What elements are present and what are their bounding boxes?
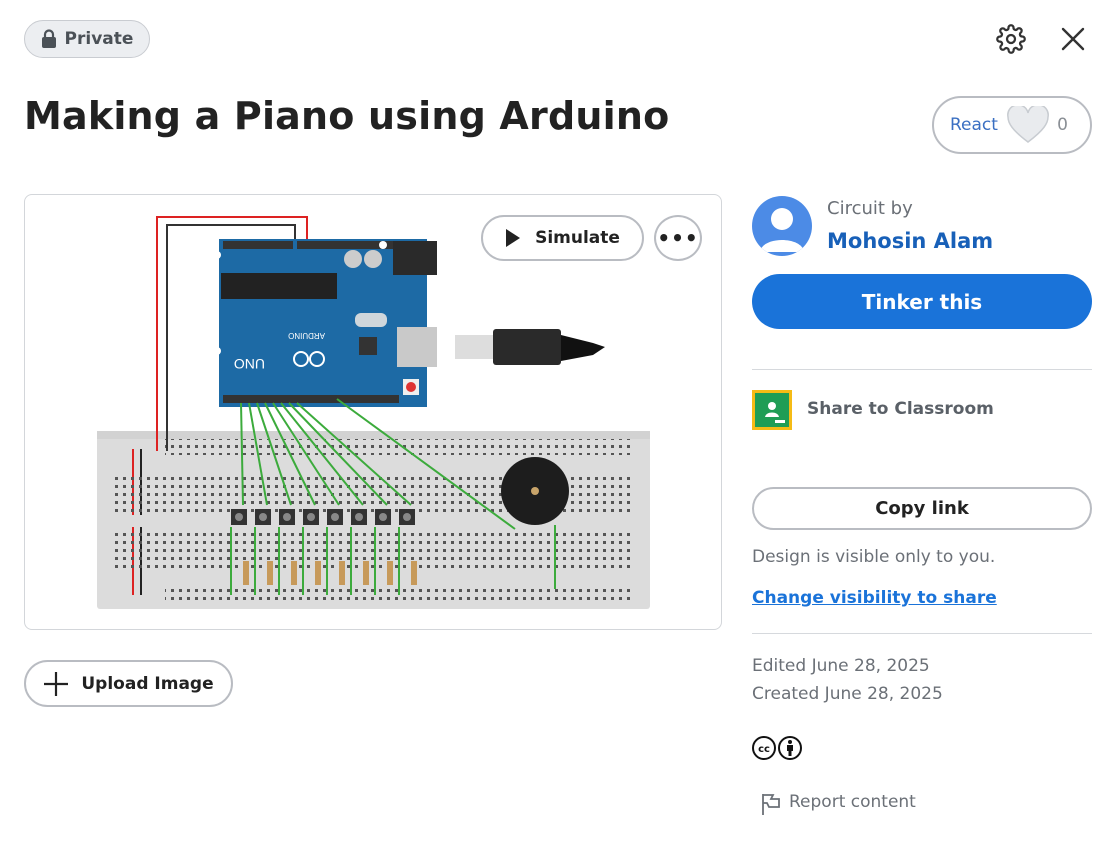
more-options-button[interactable]: ••• (654, 215, 702, 261)
divider (752, 633, 1092, 634)
simulate-label: Simulate (535, 228, 620, 248)
copy-link-button[interactable]: Copy link (752, 487, 1092, 530)
privacy-badge[interactable]: Private (24, 20, 150, 58)
change-visibility-link[interactable]: Change visibility to share (752, 588, 997, 608)
author-name-link[interactable]: Mohosin Alam (827, 229, 993, 253)
avatar[interactable] (752, 196, 812, 256)
visibility-note: Design is visible only to you. (752, 547, 996, 567)
svg-text:cc: cc (758, 744, 770, 755)
share-to-classroom-link[interactable]: Share to Classroom (807, 399, 994, 419)
heart-icon (1006, 106, 1049, 143)
arduino-board: ARDUINO UNO (213, 239, 437, 407)
tinker-this-button[interactable]: Tinker this (752, 274, 1092, 329)
simulate-button[interactable]: Simulate (481, 215, 644, 261)
author-prefix: Circuit by (827, 198, 913, 219)
flag-icon[interactable] (760, 792, 782, 816)
react-button[interactable]: React 0 (932, 96, 1092, 154)
board-model-text: UNO (234, 356, 265, 372)
gear-icon[interactable] (996, 24, 1026, 54)
react-label: React (950, 115, 998, 135)
google-classroom-icon[interactable] (752, 390, 792, 430)
upload-image-button[interactable]: Upload Image (24, 660, 233, 707)
creative-commons-by-icon[interactable]: cc (752, 735, 804, 761)
page-title: Making a Piano using Arduino (24, 94, 670, 138)
lock-icon (41, 29, 56, 48)
board-brand-text: ARDUINO (288, 331, 325, 340)
divider (752, 369, 1092, 370)
close-icon[interactable] (1058, 24, 1088, 54)
report-content-link[interactable]: Report content (789, 792, 916, 812)
play-icon (506, 229, 521, 247)
edited-date: Edited June 28, 2025 (752, 656, 930, 676)
privacy-badge-label: Private (64, 29, 134, 49)
upload-image-label: Upload Image (81, 673, 214, 694)
plus-icon (44, 671, 69, 696)
react-count: 0 (1057, 115, 1068, 135)
created-date: Created June 28, 2025 (752, 684, 943, 704)
